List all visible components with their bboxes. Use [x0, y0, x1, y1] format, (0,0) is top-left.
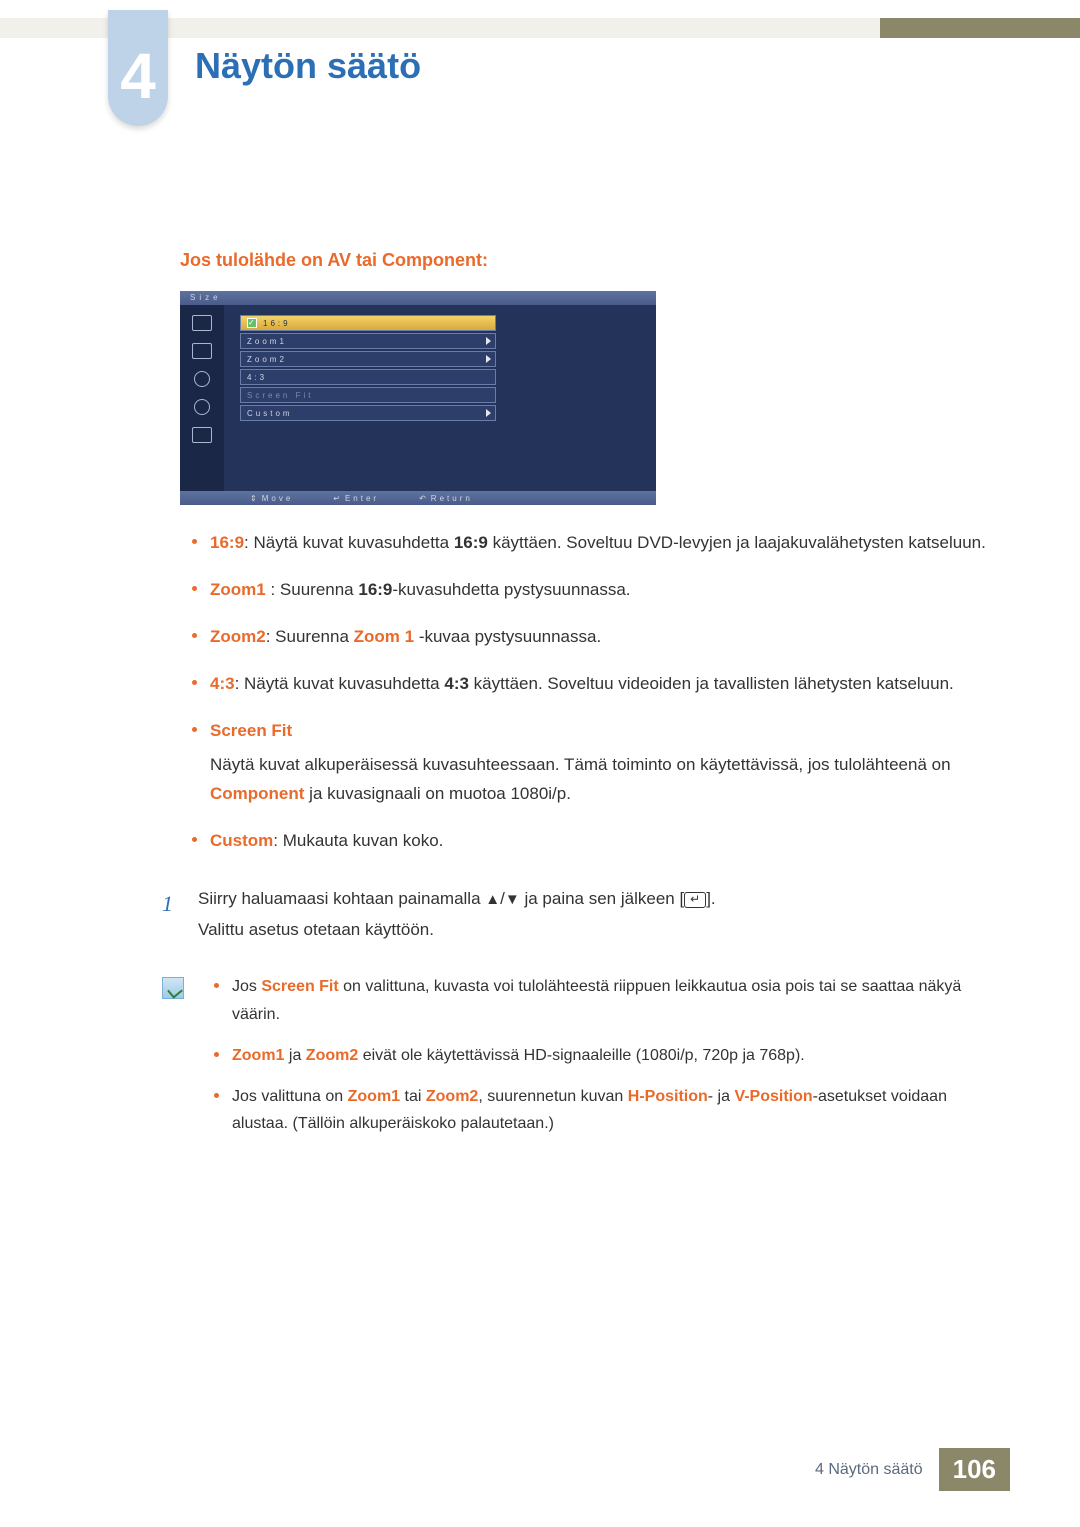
- osd-title: Size: [180, 291, 656, 305]
- footer-label: 4 Näytön säätö: [815, 1461, 923, 1479]
- osd-item-zoom1: Zoom1: [240, 333, 496, 349]
- list-item-zoom2: Zoom2: Suurenna Zoom 1 -kuvaa pystysuunn…: [210, 623, 1000, 652]
- content-area: Jos tulolähde on AV tai Component: Size …: [180, 250, 1000, 1151]
- chapter-badge: 4: [108, 10, 168, 126]
- osd-item-label: Zoom2: [247, 355, 287, 364]
- osd-sidebar-icon: [194, 371, 210, 387]
- osd-item-label: Zoom1: [247, 337, 287, 346]
- osd-item-screenfit: Screen Fit: [240, 387, 496, 403]
- triangle-up-icon: ▲: [485, 891, 500, 908]
- chevron-right-icon: [486, 337, 491, 345]
- osd-item-label: 4:3: [247, 373, 267, 382]
- note-icon: [162, 977, 184, 999]
- list-item-16-9: 16:9: Näytä kuvat kuvasuhdetta 16:9 käyt…: [210, 529, 1000, 558]
- note-block: Jos Screen Fit on valittuna, kuvasta voi…: [162, 973, 1000, 1151]
- osd-sidebar-icon: [194, 399, 210, 415]
- osd-sidebar: [180, 305, 224, 491]
- list-item-screen-fit: Screen Fit Näytä kuvat alkuperäisessä ku…: [210, 717, 1000, 810]
- osd-sidebar-icon: [192, 315, 212, 331]
- osd-item-label: 16:9: [263, 319, 291, 328]
- step-text: Siirry haluamaasi kohtaan painamalla ▲/▼…: [198, 884, 716, 945]
- chevron-right-icon: [486, 409, 491, 417]
- step-number: 1: [162, 884, 180, 945]
- note-list: Jos Screen Fit on valittuna, kuvasta voi…: [202, 973, 1000, 1151]
- step-1: 1 Siirry haluamaasi kohtaan painamalla ▲…: [162, 884, 1000, 945]
- chapter-title: Näytön säätö: [195, 45, 421, 87]
- list-item-zoom1: Zoom1 : Suurenna 16:9-kuvasuhdetta pysty…: [210, 576, 1000, 605]
- osd-footer: ⇕Move ↵Enter ↶Return: [180, 491, 656, 505]
- osd-items: 16:9 Zoom1 Zoom2 4:3 Screen Fit Custom: [240, 315, 496, 423]
- page-footer: 4 Näytön säätö 106: [815, 1448, 1010, 1491]
- osd-footer-move: ⇕Move: [250, 494, 293, 503]
- step-line2: Valittu asetus otetaan käyttöön.: [198, 915, 716, 946]
- osd-item-label: Screen Fit: [247, 391, 313, 400]
- list-item-4-3: 4:3: Näytä kuvat kuvasuhdetta 4:3 käyttä…: [210, 670, 1000, 699]
- osd-item-label: Custom: [247, 409, 293, 418]
- osd-sidebar-icon: [192, 427, 212, 443]
- chapter-number: 4: [120, 44, 156, 108]
- osd-item-zoom2: Zoom2: [240, 351, 496, 367]
- osd-footer-return: ↶Return: [419, 494, 473, 503]
- note-item: Jos Screen Fit on valittuna, kuvasta voi…: [232, 973, 1000, 1027]
- updown-icon: ⇕: [250, 494, 260, 503]
- screen-fit-desc: Näytä kuvat alkuperäisessä kuvasuhteessa…: [210, 751, 1000, 809]
- chevron-right-icon: [486, 355, 491, 363]
- enter-icon: ↵: [684, 892, 706, 908]
- osd-menu: Size 16:9 Zoom1 Zoom2 4:3: [180, 291, 656, 505]
- note-item: Zoom1 ja Zoom2 eivät ole käytettävissä H…: [232, 1042, 1000, 1069]
- osd-item-custom: Custom: [240, 405, 496, 421]
- note-item: Jos valittuna on Zoom1 tai Zoom2, suuren…: [232, 1083, 1000, 1137]
- triangle-down-icon: ▼: [505, 891, 520, 908]
- section-heading: Jos tulolähde on AV tai Component:: [180, 250, 1000, 271]
- osd-item-16-9: 16:9: [240, 315, 496, 331]
- osd-item-4-3: 4:3: [240, 369, 496, 385]
- enter-icon: ↵: [333, 494, 343, 503]
- list-item-custom: Custom: Mukauta kuvan koko.: [210, 827, 1000, 856]
- osd-footer-enter: ↵Enter: [333, 494, 379, 503]
- osd-sidebar-icon: [192, 343, 212, 359]
- return-icon: ↶: [419, 494, 429, 503]
- check-icon: [247, 318, 257, 328]
- page-number: 106: [939, 1448, 1010, 1491]
- option-list: 16:9: Näytä kuvat kuvasuhdetta 16:9 käyt…: [180, 529, 1000, 856]
